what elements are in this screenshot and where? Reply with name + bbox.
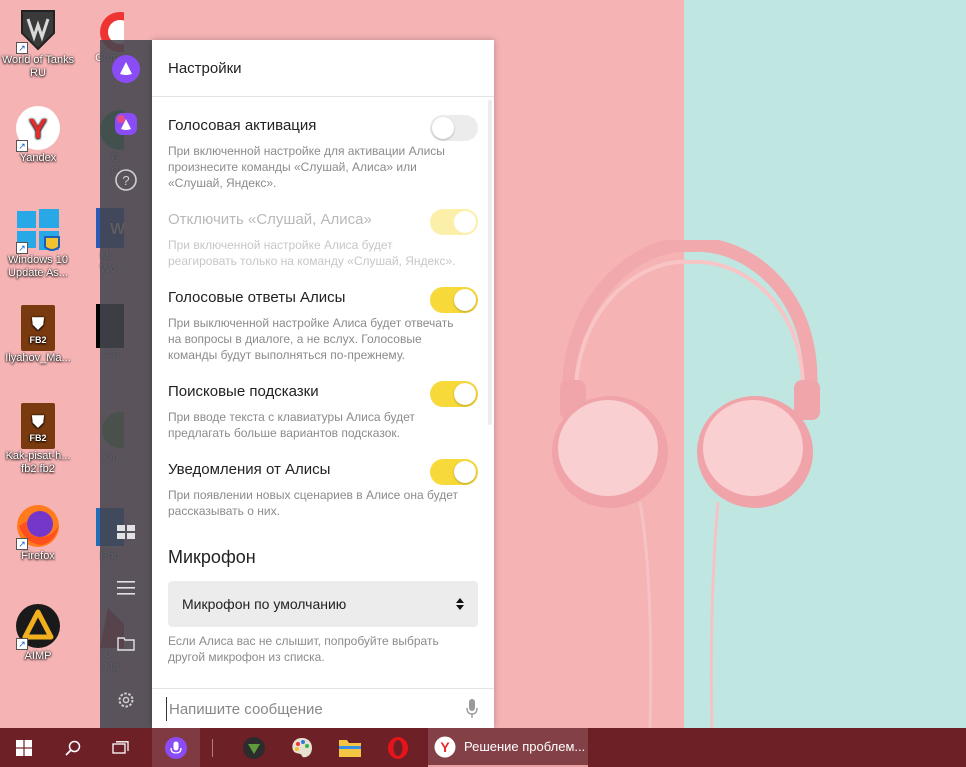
desktop-icon-world-of-tanks[interactable]: ↗ World of Tanks RU (0, 6, 76, 80)
fb2-badge: FB2 (29, 335, 47, 345)
desktop-icon-firefox[interactable]: ↗ Firefox (0, 502, 76, 563)
task-view-button[interactable] (98, 728, 144, 767)
panel-title: Настройки (152, 40, 494, 97)
microphone-icon[interactable] (466, 699, 478, 719)
opera-icon (388, 736, 408, 759)
alice-sidebar: ? (100, 40, 152, 728)
shortcut-arrow-icon: ↗ (16, 140, 28, 152)
help-icon: ? (115, 169, 137, 191)
tiles-icon (117, 525, 135, 539)
setting-voice-answers: Голосовые ответы Алисы При выключенной н… (152, 287, 494, 363)
folder-icon (339, 739, 361, 757)
microphone-select-value: Микрофон по умолчанию (182, 596, 347, 612)
desktop-icon-label: Windows 10 Update As... (8, 254, 68, 279)
taskbar-app-yandex-browser[interactable]: Y Решение проблем... (428, 728, 588, 767)
headphones-image (552, 240, 820, 728)
voice-activation-toggle[interactable] (430, 115, 478, 141)
task-view-icon (112, 740, 129, 754)
setting-description: При появлении новых сценариев в Алисе он… (168, 488, 458, 518)
tank-icon: ↗ (14, 6, 62, 54)
shortcut-arrow-icon: ↗ (16, 42, 28, 54)
select-arrows-icon (456, 598, 464, 610)
aimp-icon: ↗ (14, 602, 62, 650)
yandex-icon: Y (434, 736, 456, 757)
desktop-icon-yandex[interactable]: Y ↗ Yandex (0, 104, 76, 165)
taskbar-app-label: Решение проблем... (464, 739, 586, 754)
menu-button[interactable] (110, 572, 142, 604)
desktop-icon-label: Firefox (21, 550, 55, 562)
taskbar-app-opera[interactable] (376, 728, 420, 767)
setting-disable-listen-alice: Отключить «Слушай, Алиса» При включенной… (152, 209, 494, 269)
desktop-icon-aimp[interactable]: ↗ AIMP (0, 602, 76, 663)
desktop-icon-ilyahov[interactable]: ⛊ FB2 Ilyahov_Ma... (0, 304, 76, 365)
windows-start-icon (16, 739, 32, 756)
setting-search-suggestions: Поисковые подсказки При вводе текста с к… (152, 381, 494, 441)
search-icon (65, 740, 81, 756)
microphone-hint: Если Алиса вас не слышит, попробуйте выб… (152, 627, 494, 665)
gear-icon (118, 692, 134, 708)
folder-icon (117, 637, 135, 651)
microphone-hint-text: Если Алиса вас не слышит, попробуйте выб… (168, 634, 439, 664)
shortcut-arrow-icon: ↗ (16, 538, 28, 550)
settings-panel: Настройки Голосовая активация При включе… (152, 40, 494, 728)
setting-description: При включенной настройке для активации А… (168, 144, 445, 190)
desktop-icon-kak-pisat[interactable]: ⛊ FB2 Kak-pisat-h... fb2.fb2 (0, 402, 76, 476)
svg-text:Y: Y (29, 113, 48, 144)
setting-notifications: Уведомления от Алисы При появлении новых… (152, 459, 494, 519)
desktop-icon-label: Yandex (19, 152, 57, 164)
alice-taskbar-button[interactable] (152, 728, 200, 767)
desktop-icon-windows-update[interactable]: ↗ Windows 10 Update As... (0, 206, 76, 280)
search-button[interactable] (50, 728, 96, 767)
alice-logo-icon (112, 55, 140, 83)
shortcut-arrow-icon: ↗ (16, 638, 28, 650)
firefox-icon: ↗ (14, 502, 62, 550)
voice-answers-toggle[interactable] (430, 287, 478, 313)
setting-description: При включенной настройке Алиса будет реа… (168, 238, 456, 268)
windows-logo-icon: ↗ (14, 206, 62, 254)
alice-button[interactable] (110, 53, 142, 85)
settings-button[interactable] (110, 684, 142, 716)
fb2-badge: FB2 (29, 433, 47, 443)
taskbar: Y Решение проблем... (0, 728, 966, 767)
setting-description: При вводе текста с клавиатуры Алиса буде… (168, 410, 415, 440)
start-button[interactable] (0, 728, 48, 767)
fb2-book-icon: ⛊ FB2 (14, 304, 62, 352)
fb2-book-icon: ⛊ FB2 (14, 402, 62, 450)
folder-button[interactable] (110, 628, 142, 660)
desktop-icon-label: World of Tanks RU (1, 54, 75, 79)
taskbar-separator (210, 728, 214, 767)
setting-voice-activation: Голосовая активация При включенной настр… (152, 115, 494, 191)
game-center-icon (243, 736, 265, 759)
alice-skills-button[interactable] (110, 108, 142, 140)
svg-text:?: ? (122, 173, 129, 188)
taskbar-app-explorer[interactable] (328, 728, 372, 767)
message-input[interactable] (166, 697, 446, 721)
settings-scrollbar[interactable] (488, 100, 492, 425)
shortcut-arrow-icon: ↗ (16, 242, 28, 254)
svg-text:Y: Y (440, 739, 450, 755)
yandex-icon: Y ↗ (14, 104, 62, 152)
disable-listen-alice-toggle (430, 209, 478, 235)
help-button[interactable]: ? (110, 164, 142, 196)
microphone-select[interactable]: Микрофон по умолчанию (168, 581, 478, 627)
desktop-icon-label: AIMP (24, 650, 52, 662)
taskbar-app-paint[interactable] (280, 728, 324, 767)
setting-description: При выключенной настройке Алиса будет от… (168, 316, 454, 362)
message-input-bar (152, 688, 494, 728)
alice-logo-icon (165, 736, 187, 759)
search-suggestions-toggle[interactable] (430, 381, 478, 407)
desktop-icon-label: Ilyahov_Ma... (5, 352, 71, 364)
alice-chat-icon (115, 113, 137, 135)
menu-icon (117, 581, 135, 595)
microphone-section-title: Микрофон (168, 547, 256, 567)
tiles-button[interactable] (110, 516, 142, 548)
desktop-icon-label: Kak-pisat-h... fb2.fb2 (5, 450, 71, 475)
taskbar-app-wot[interactable] (232, 728, 276, 767)
palette-icon (292, 737, 312, 757)
settings-scroll-area[interactable]: Голосовая активация При включенной настр… (152, 97, 494, 687)
notifications-toggle[interactable] (430, 459, 478, 485)
